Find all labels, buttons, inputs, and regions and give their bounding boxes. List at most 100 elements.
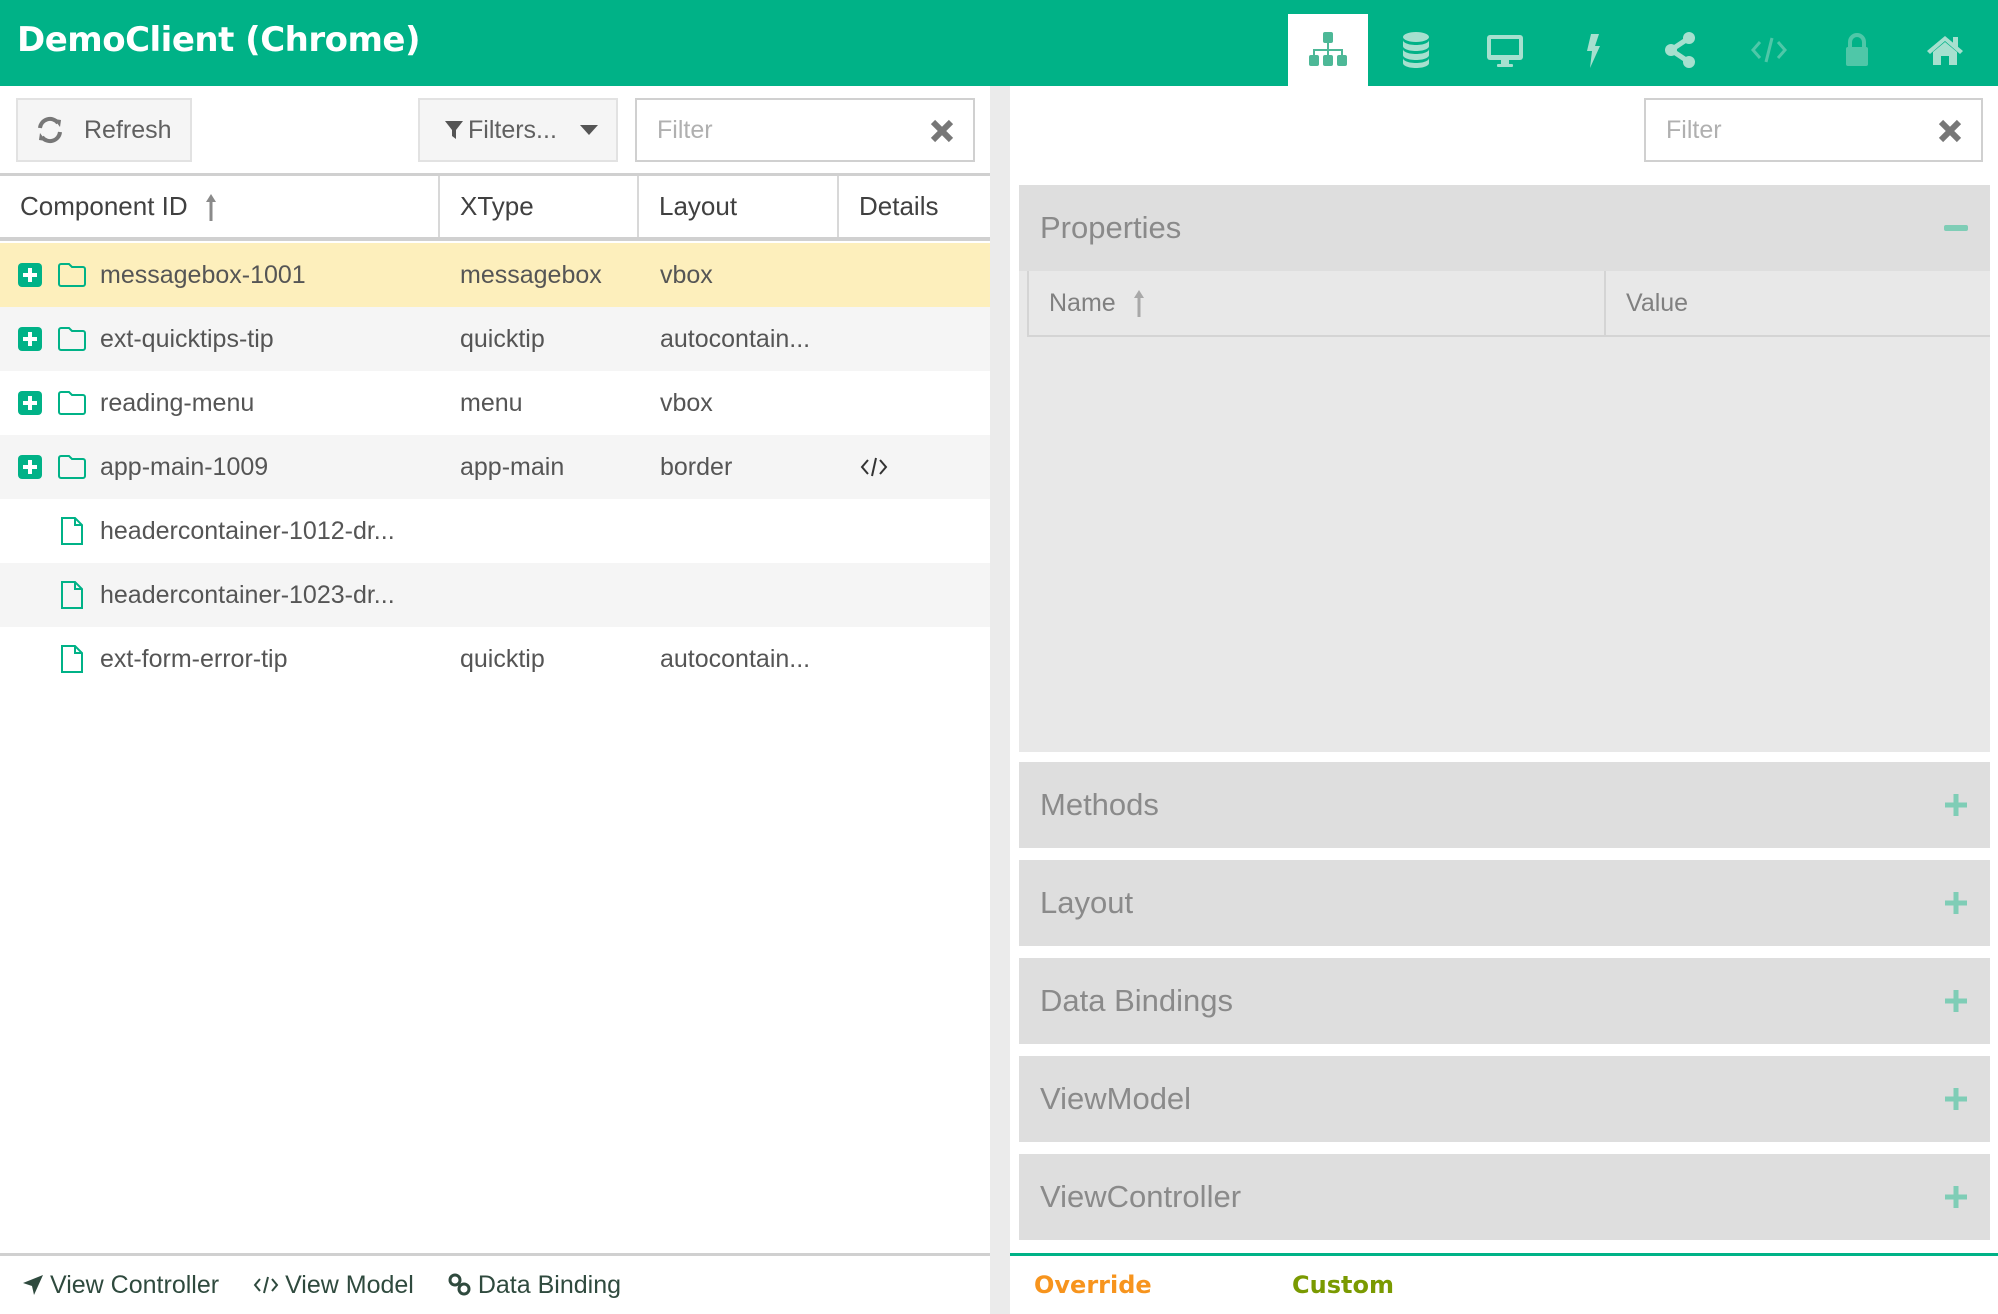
app-header: DemoClient (Chrome) [0, 0, 1998, 86]
folder-icon [58, 391, 86, 415]
viewcontroller-panel: ViewController [1019, 1154, 1990, 1242]
refresh-button[interactable]: Refresh [16, 98, 192, 162]
table-row[interactable]: app-main-1009 app-main border [0, 435, 990, 499]
share-icon [1665, 32, 1695, 68]
properties-header[interactable]: Properties [1019, 185, 1990, 271]
filters-label: Filters... [468, 115, 557, 144]
legend-override: Override [1034, 1271, 1152, 1299]
table-row[interactable]: reading-menu menu vbox [0, 371, 990, 435]
folder-icon [58, 455, 86, 479]
data-bindings-header[interactable]: Data Bindings [1019, 958, 1990, 1044]
table-row[interactable]: messagebox-1001 messagebox vbox [0, 243, 990, 307]
component-grid-header: Component ID XType Layout Details [0, 176, 990, 241]
clear-filter-icon[interactable] [929, 118, 955, 144]
component-grid-body: messagebox-1001 messagebox vbox ext-quic… [0, 243, 990, 691]
clear-filter-icon[interactable] [1937, 118, 1963, 144]
refresh-label: Refresh [84, 115, 172, 144]
expand-plus-icon[interactable] [1944, 891, 1968, 915]
data-bindings-panel: Data Bindings [1019, 958, 1990, 1046]
table-row[interactable]: ext-quicktips-tip quicktip autocontain..… [0, 307, 990, 371]
sort-ascending-icon [205, 193, 216, 221]
viewcontroller-header[interactable]: ViewController [1019, 1154, 1990, 1240]
cell-layout: autocontain... [660, 645, 811, 673]
filters-dropdown-button[interactable]: Filters... [418, 98, 618, 162]
column-header-xtype[interactable]: XType [440, 176, 639, 237]
table-row[interactable]: ext-form-error-tip quicktip autocontain.… [0, 627, 990, 691]
cell-component-id: app-main-1009 [100, 453, 269, 481]
expand-plus-icon[interactable] [18, 327, 42, 351]
cell-layout [660, 499, 830, 563]
expand-plus-icon[interactable] [18, 455, 42, 479]
component-filter-input[interactable] [637, 100, 906, 160]
cell-layout: vbox [660, 389, 713, 417]
refresh-icon [38, 116, 62, 144]
view-controller-link[interactable]: View Controller [22, 1271, 219, 1300]
tab-events[interactable] [1553, 14, 1633, 86]
cell-xtype: menu [460, 389, 523, 417]
cell-details [860, 435, 920, 499]
cell-xtype [460, 499, 630, 563]
code-details-icon[interactable] [860, 455, 888, 479]
tab-app[interactable] [1465, 14, 1545, 86]
cell-xtype: app-main [460, 453, 565, 481]
properties-grid-header: Name Value [1027, 271, 1990, 337]
lock-icon [1846, 33, 1868, 66]
location-arrow-icon [23, 1275, 43, 1295]
cell-xtype [460, 563, 630, 627]
column-header-name[interactable]: Name [1029, 271, 1606, 335]
tab-home[interactable] [1905, 14, 1985, 86]
tab-stores[interactable] [1376, 14, 1456, 86]
tab-share[interactable] [1641, 14, 1721, 86]
table-row[interactable]: headercontainer-1012-dr... [0, 499, 990, 563]
tab-code[interactable] [1729, 14, 1809, 86]
code-icon [253, 1276, 279, 1294]
code-icon [1751, 37, 1787, 63]
cell-xtype: quicktip [460, 645, 545, 673]
left-toolbar: Refresh Filters... [0, 86, 990, 176]
component-tree-panel: Refresh Filters... Component ID XTyp [0, 86, 990, 1314]
cell-xtype: quicktip [460, 325, 545, 353]
home-icon [1927, 36, 1963, 65]
cell-component-id: ext-quicktips-tip [100, 325, 274, 353]
cell-layout: autocontain... [660, 325, 811, 353]
cell-component-id: reading-menu [100, 389, 255, 417]
expand-plus-icon[interactable] [1944, 793, 1968, 817]
column-header-layout[interactable]: Layout [639, 176, 839, 237]
cell-xtype: messagebox [460, 261, 602, 289]
tab-lock[interactable] [1817, 14, 1897, 86]
view-model-link[interactable]: View Model [253, 1271, 414, 1300]
cell-layout: vbox [660, 261, 713, 289]
methods-panel: Methods [1019, 762, 1990, 850]
link-icon [448, 1273, 471, 1296]
expand-plus-icon[interactable] [1944, 1087, 1968, 1111]
data-binding-link[interactable]: Data Binding [448, 1271, 621, 1300]
sitemap-icon [1309, 32, 1347, 66]
desktop-icon [1487, 35, 1523, 67]
column-header-details[interactable]: Details [839, 176, 990, 237]
database-icon [1403, 32, 1429, 68]
column-header-value[interactable]: Value [1606, 271, 1992, 335]
properties-panel: Properties Name Value [1019, 185, 1990, 752]
file-icon [61, 645, 83, 673]
folder-icon [58, 263, 86, 287]
app-title: DemoClient (Chrome) [17, 20, 421, 60]
legend-custom: Custom [1292, 1271, 1394, 1299]
expand-plus-icon[interactable] [18, 263, 42, 287]
expand-plus-icon[interactable] [1944, 989, 1968, 1013]
expand-plus-icon[interactable] [18, 391, 42, 415]
layout-header[interactable]: Layout [1019, 860, 1990, 946]
cell-layout [660, 563, 830, 627]
expand-plus-icon[interactable] [1944, 1185, 1968, 1209]
filter-icon [445, 121, 463, 139]
methods-header[interactable]: Methods [1019, 762, 1990, 848]
panel-splitter[interactable] [990, 86, 1010, 1314]
details-panel: Properties Name Value Methods Layout [1010, 86, 1998, 1314]
layout-panel: Layout [1019, 860, 1990, 948]
table-row[interactable]: headercontainer-1023-dr... [0, 563, 990, 627]
collapse-minus-icon[interactable] [1944, 216, 1968, 240]
viewmodel-header[interactable]: ViewModel [1019, 1056, 1990, 1142]
tab-components[interactable] [1288, 14, 1368, 86]
viewmodel-panel: ViewModel [1019, 1056, 1990, 1144]
column-header-component-id[interactable]: Component ID [0, 176, 440, 237]
details-filter-input[interactable] [1646, 100, 1914, 160]
